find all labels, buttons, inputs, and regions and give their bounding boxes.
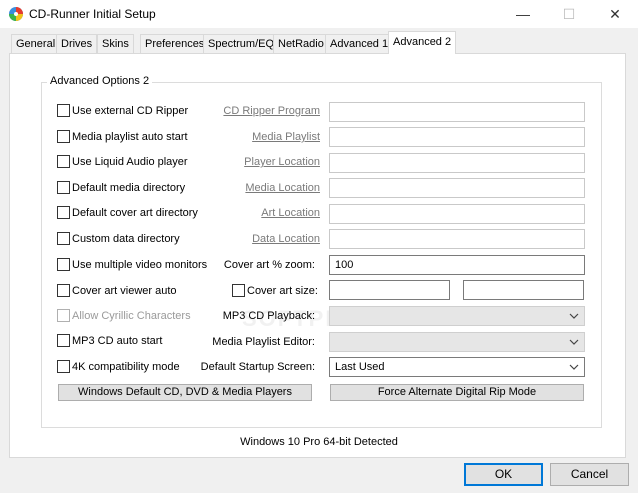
mp3-playback-select[interactable]	[329, 306, 585, 326]
playlist-editor-select[interactable]	[329, 332, 585, 352]
chevron-down-icon	[569, 364, 579, 370]
minimize-icon: —	[516, 6, 530, 22]
checkbox-label: Cover art viewer auto	[72, 284, 177, 297]
checkbox-label: Use external CD Ripper	[72, 104, 189, 117]
chevron-down-icon	[569, 339, 579, 345]
mp3-playback-label: MP3 CD Playback:	[222, 310, 315, 322]
title-bar: CD-Runner Initial Setup — ☐ ✕	[0, 0, 638, 28]
select-value: Last Used	[335, 361, 385, 373]
use-external-cd-ripper-checkbox[interactable]: Use external CD Ripper	[57, 104, 188, 117]
cover-size-width-input[interactable]	[329, 280, 450, 300]
minimize-button[interactable]: —	[500, 0, 546, 28]
checkbox-box	[57, 206, 70, 219]
cd-ripper-program-link[interactable]: CD Ripper Program	[223, 105, 320, 117]
checkbox-box	[57, 334, 70, 347]
close-button[interactable]: ✕	[592, 0, 638, 28]
app-icon	[9, 7, 23, 21]
checkbox-box	[57, 258, 70, 271]
use-liquid-audio-player-checkbox[interactable]: Use Liquid Audio player	[57, 155, 188, 168]
art-location-link[interactable]: Art Location	[261, 207, 320, 219]
playlist-editor-label: Media Playlist Editor:	[212, 336, 315, 348]
default-media-directory-checkbox[interactable]: Default media directory	[57, 181, 185, 194]
tab-preferences[interactable]: Preferences	[140, 34, 210, 53]
checkbox-label: Default cover art directory	[72, 206, 198, 219]
window-title: CD-Runner Initial Setup	[29, 7, 156, 21]
checkbox-label: Default media directory	[72, 181, 186, 194]
checkbox-box	[57, 104, 70, 117]
chevron-down-icon	[569, 313, 579, 319]
default-cover-art-directory-checkbox[interactable]: Default cover art directory	[57, 206, 198, 219]
windows-default-players-button[interactable]: Windows Default CD, DVD & Media Players	[58, 384, 312, 401]
force-alternate-rip-button[interactable]: Force Alternate Digital Rip Mode	[330, 384, 584, 401]
cover-zoom-input[interactable]: 100	[329, 255, 585, 275]
data-location-field[interactable]	[329, 229, 585, 249]
player-location-field[interactable]	[329, 153, 585, 173]
startup-screen-select[interactable]: Last Used	[329, 357, 585, 377]
checkbox-label: Use multiple video monitors	[72, 258, 208, 271]
checkbox-label: Allow Cyrillic Characters	[72, 309, 191, 322]
checkbox-box	[57, 155, 70, 168]
cancel-button[interactable]: Cancel	[550, 463, 629, 486]
checkbox-box	[57, 130, 70, 143]
cd-ripper-program-field[interactable]	[329, 102, 585, 122]
media-location-link[interactable]: Media Location	[245, 182, 320, 194]
player-location-link[interactable]: Player Location	[244, 156, 320, 168]
4k-compatibility-mode-checkbox[interactable]: 4K compatibility mode	[57, 360, 180, 373]
media-playlist-field[interactable]	[329, 127, 585, 147]
data-location-link[interactable]: Data Location	[252, 233, 320, 245]
use-multiple-video-monitors-checkbox[interactable]: Use multiple video monitors	[57, 258, 207, 271]
checkbox-box	[57, 232, 70, 245]
tab-drives[interactable]: Drives	[56, 34, 98, 53]
checkbox-label: Media playlist auto start	[72, 130, 188, 143]
media-playlist-auto-start-checkbox[interactable]: Media playlist auto start	[57, 130, 188, 143]
startup-screen-label: Default Startup Screen:	[200, 361, 315, 373]
os-status-text: Windows 10 Pro 64-bit Detected	[240, 436, 398, 448]
checkbox-box	[232, 284, 245, 297]
checkbox-label: MP3 CD auto start	[72, 334, 163, 347]
tab-skins[interactable]: Skins	[97, 34, 134, 53]
tab-general[interactable]: General	[11, 34, 61, 53]
checkbox-box	[57, 284, 70, 297]
media-location-field[interactable]	[329, 178, 585, 198]
allow-cyrillic-characters-checkbox[interactable]: Allow Cyrillic Characters	[57, 309, 191, 322]
art-location-field[interactable]	[329, 204, 585, 224]
maximize-button[interactable]: ☐	[546, 0, 592, 28]
checkbox-label: 4K compatibility mode	[72, 360, 180, 373]
maximize-icon: ☐	[562, 5, 576, 22]
checkbox-label: Custom data directory	[72, 232, 180, 245]
ok-button[interactable]: OK	[464, 463, 543, 486]
tab-spectrum-eq[interactable]: Spectrum/EQ	[203, 34, 280, 53]
cover-size-height-input[interactable]	[463, 280, 584, 300]
cover-art-size-checkbox[interactable]: Cover art size:	[232, 284, 318, 297]
close-icon: ✕	[609, 5, 621, 22]
tab-advanced-1[interactable]: Advanced 1	[325, 34, 394, 53]
mp3-cd-auto-start-checkbox[interactable]: MP3 CD auto start	[57, 334, 162, 347]
tab-netradio[interactable]: NetRadio	[273, 34, 329, 53]
group-label: Advanced Options 2	[47, 75, 153, 87]
tab-advanced-2[interactable]: Advanced 2	[388, 31, 457, 54]
checkbox-box	[57, 360, 70, 373]
checkbox-label: Use Liquid Audio player	[72, 155, 188, 168]
cover-art-viewer-auto-checkbox[interactable]: Cover art viewer auto	[57, 284, 177, 297]
checkbox-label: Cover art size:	[247, 284, 318, 297]
cover-zoom-label: Cover art % zoom:	[223, 259, 315, 271]
custom-data-directory-checkbox[interactable]: Custom data directory	[57, 232, 180, 245]
checkbox-box	[57, 181, 70, 194]
media-playlist-link[interactable]: Media Playlist	[252, 131, 320, 143]
checkbox-box	[57, 309, 70, 322]
